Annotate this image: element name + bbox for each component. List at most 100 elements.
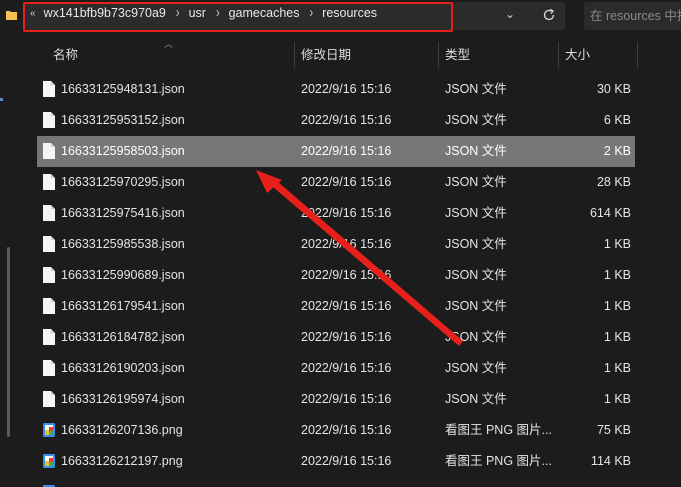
refresh-button[interactable] <box>536 2 562 28</box>
file-name: 16633126179541.json <box>61 299 185 313</box>
file-type: JSON 文件 <box>445 82 507 96</box>
file-name: 16633126207136.png <box>61 423 183 437</box>
file-size: 1 KB <box>603 330 631 344</box>
breadcrumb-item-usr[interactable]: usr <box>189 6 206 20</box>
column-divider[interactable] <box>637 42 638 68</box>
file-row[interactable]: 16633126207136.png 2022/9/16 15:16 看图王 PNG… <box>37 415 635 446</box>
nav-marker <box>0 98 3 101</box>
file-type: JSON 文件 <box>445 175 507 189</box>
navigation-scrollbar[interactable] <box>7 247 10 437</box>
file-row[interactable]: 16633125953152.json 2022/9/16 15:16 JSON 文… <box>37 105 635 136</box>
column-headers: ︿ 名称 修改日期 类型 大小 <box>18 38 681 72</box>
file-row[interactable]: 16633126184782.json 2022/9/16 15:16 JSON 文… <box>37 322 635 353</box>
column-header-date[interactable]: 修改日期 <box>301 38 351 72</box>
column-header-name[interactable]: 名称 <box>53 38 78 72</box>
breadcrumb-overflow-button[interactable]: « <box>30 8 36 19</box>
file-explorer-window: « wx141bfb9b73c970a9 › usr › gamecaches … <box>0 0 681 487</box>
json-file-icon <box>43 205 55 221</box>
breadcrumb-item-gamecaches[interactable]: gamecaches <box>229 6 300 20</box>
json-file-icon <box>43 391 55 407</box>
file-type: JSON 文件 <box>445 361 507 375</box>
file-name: 16633125990689.json <box>61 268 185 282</box>
column-header-type[interactable]: 类型 <box>445 38 470 72</box>
address-bar-row: « wx141bfb9b73c970a9 › usr › gamecaches … <box>0 0 681 32</box>
file-type: JSON 文件 <box>445 206 507 220</box>
file-name: 16633125958503.json <box>61 144 185 158</box>
file-name: 16633126184782.json <box>61 330 185 344</box>
file-row[interactable]: 16633126179541.json 2022/9/16 15:16 JSON 文… <box>37 291 635 322</box>
breadcrumb: « wx141bfb9b73c970a9 › usr › gamecaches … <box>30 5 377 21</box>
search-input[interactable]: 在 resources 中搜 <box>584 2 681 30</box>
column-divider[interactable] <box>558 42 559 68</box>
png-image-icon <box>43 485 55 487</box>
file-modified-date: 2022/9/16 15:16 <box>301 299 392 313</box>
json-file-icon <box>43 143 55 159</box>
chevron-right-icon[interactable]: › <box>176 5 180 21</box>
sort-ascending-icon: ︿ <box>164 39 174 49</box>
json-file-icon <box>43 298 55 314</box>
file-row[interactable]: 16633126195974.json 2022/9/16 15:16 JSON 文… <box>37 384 635 415</box>
file-name: 16633125953152.json <box>61 113 185 127</box>
file-row[interactable]: 16633126212197.png 2022/9/16 15:16 看图王 PNG… <box>37 446 635 477</box>
file-row[interactable]: 16633125958503.json 2022/9/16 15:16 JSON 文… <box>37 136 635 167</box>
json-file-icon <box>43 329 55 345</box>
column-header-size[interactable]: 大小 <box>565 38 590 72</box>
file-modified-date: 2022/9/16 15:16 <box>301 113 392 127</box>
chevron-right-icon[interactable]: › <box>309 5 313 21</box>
file-type: JSON 文件 <box>445 113 507 127</box>
file-modified-date: 2022/9/16 15:16 <box>301 206 392 220</box>
json-file-icon <box>43 360 55 376</box>
file-modified-date: 2022/9/16 15:16 <box>301 144 392 158</box>
breadcrumb-item-appid[interactable]: wx141bfb9b73c970a9 <box>44 6 166 20</box>
file-row[interactable]: 16633125985538.json 2022/9/16 15:16 JSON 文… <box>37 229 635 260</box>
chevron-down-icon[interactable]: ⌄ <box>503 7 517 21</box>
file-size: 6 KB <box>603 113 631 127</box>
png-image-icon <box>43 423 55 437</box>
chevron-right-icon[interactable]: › <box>216 5 220 21</box>
json-file-icon <box>43 174 55 190</box>
file-modified-date: 2022/9/16 15:16 <box>301 82 392 96</box>
file-type: JSON 文件 <box>445 299 507 313</box>
folder-icon <box>6 11 17 20</box>
file-name: 16633126212197.png <box>61 454 183 468</box>
file-row[interactable]: 16633125975416.json 2022/9/16 15:16 JSON 文… <box>37 198 635 229</box>
navigation-pane[interactable] <box>0 32 18 487</box>
file-size: 1 KB <box>603 268 631 282</box>
file-type: JSON 文件 <box>445 237 507 251</box>
file-row[interactable]: 16633125970295.json 2022/9/16 15:16 JSON 文… <box>37 167 635 198</box>
file-size: 614 KB <box>589 206 631 220</box>
file-modified-date: 2022/9/16 15:16 <box>301 268 392 282</box>
file-name: 16633126190203.json <box>61 361 185 375</box>
file-modified-date: 2022/9/16 15:16 <box>301 237 392 251</box>
file-name: 16633125970295.json <box>61 175 185 189</box>
json-file-icon <box>43 81 55 97</box>
file-type: JSON 文件 <box>445 268 507 282</box>
file-type: JSON 文件 <box>445 144 507 158</box>
breadcrumb-item-resources[interactable]: resources <box>322 6 377 20</box>
file-modified-date: 2022/9/16 15:16 <box>301 392 392 406</box>
file-size: 114 KB <box>590 454 631 468</box>
file-modified-date: 2022/9/16 15:16 <box>301 361 392 375</box>
file-row[interactable]: 16633126190203.json 2022/9/16 15:16 JSON 文… <box>37 353 635 384</box>
column-divider[interactable] <box>294 42 295 68</box>
file-size: 30 KB <box>596 82 631 96</box>
file-size: 1 KB <box>603 361 631 375</box>
file-type: JSON 文件 <box>445 392 507 406</box>
png-image-icon <box>43 454 55 468</box>
json-file-icon <box>43 112 55 128</box>
file-type: JSON 文件 <box>445 330 507 344</box>
file-modified-date: 2022/9/16 15:16 <box>301 423 392 437</box>
file-size: 28 KB <box>596 175 631 189</box>
file-size: 2 KB <box>603 144 631 158</box>
file-row[interactable]: 16633125990689.json 2022/9/16 15:16 JSON 文… <box>37 260 635 291</box>
refresh-icon <box>543 8 555 21</box>
column-divider[interactable] <box>438 42 439 68</box>
file-size: 1 KB <box>603 299 631 313</box>
file-row[interactable] <box>37 477 635 487</box>
file-row[interactable]: 16633125948131.json 2022/9/16 15:16 JSON 文… <box>37 74 635 105</box>
file-type: 看图王 PNG 图片... <box>445 454 552 468</box>
file-list: 16633125948131.json 2022/9/16 15:16 JSON 文… <box>37 74 635 487</box>
file-size: 75 KB <box>596 423 631 437</box>
file-modified-date: 2022/9/16 15:16 <box>301 454 392 468</box>
file-name: 16633126195974.json <box>61 392 185 406</box>
